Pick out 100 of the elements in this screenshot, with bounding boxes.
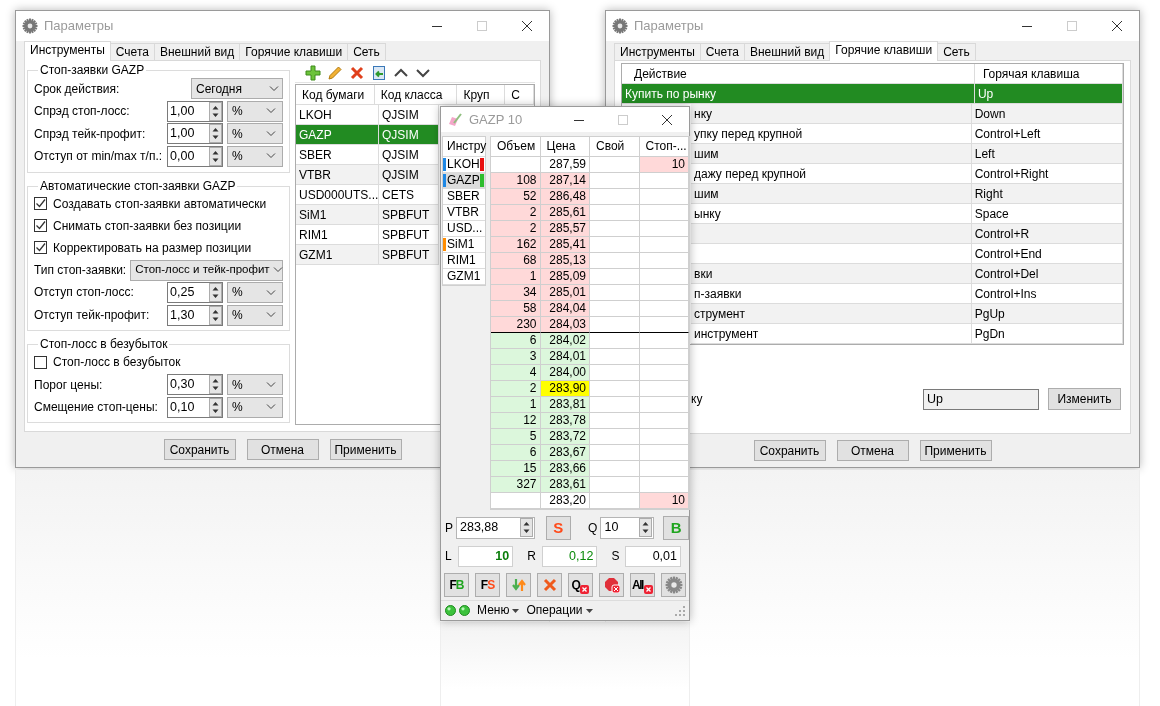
column-header[interactable]: Код бумаги: [296, 85, 375, 106]
instrument-item[interactable]: LKOH: [447, 157, 480, 172]
unit-dropdown[interactable]: %: [227, 374, 283, 396]
add-button[interactable]: [305, 65, 321, 82]
price-cell[interactable]: 283,61: [540, 477, 590, 493]
spin-arrows-icon[interactable]: [209, 305, 222, 325]
column-header[interactable]: Стоп-...: [639, 137, 689, 157]
spin-arrows-icon[interactable]: [209, 397, 222, 417]
table-cell[interactable]: Купить по рынку: [622, 84, 975, 105]
table-cell[interactable]: PgDn: [971, 324, 1123, 345]
table-cell[interactable]: SiM1: [296, 205, 379, 226]
table-cell[interactable]: Control+Del: [971, 264, 1123, 285]
tab[interactable]: Горячие клавиши: [829, 41, 939, 62]
table-cell[interactable]: [691, 224, 972, 245]
price-cell[interactable]: 285,01: [540, 285, 590, 301]
table-cell[interactable]: Right: [971, 184, 1123, 205]
spin-arrows-icon[interactable]: [209, 101, 222, 121]
table-cell[interactable]: Up: [974, 84, 1123, 105]
column-header[interactable]: Код класса: [374, 85, 458, 106]
price-cell[interactable]: 284,04: [540, 301, 590, 317]
number-field[interactable]: 1,00: [167, 100, 223, 122]
instrument-item[interactable]: SiM1: [447, 237, 475, 252]
table-cell[interactable]: Down: [971, 104, 1123, 125]
column-header[interactable]: Действие: [622, 64, 975, 85]
menu-item[interactable]: Операции: [526, 603, 583, 618]
price-cell[interactable]: 286,48: [540, 189, 590, 205]
tab[interactable]: Инструменты: [24, 41, 111, 62]
price-cell[interactable]: 284,01: [540, 349, 590, 365]
dialog-button[interactable]: Сохранить: [753, 440, 826, 462]
tab[interactable]: Инструменты: [614, 43, 701, 61]
table-cell[interactable]: шим: [691, 144, 972, 165]
column-header[interactable]: Свой: [590, 137, 640, 157]
spin-arrows-icon[interactable]: [519, 518, 533, 538]
checkbox[interactable]: [34, 197, 47, 211]
instrument-item[interactable]: USD...: [447, 221, 483, 236]
table-cell[interactable]: GZM1: [296, 245, 379, 266]
price-cell[interactable]: 283,72: [540, 429, 590, 445]
table-cell[interactable]: SPBFUT: [379, 245, 439, 266]
dialog-button[interactable]: Отмена: [836, 440, 909, 462]
tab[interactable]: Сеть: [347, 43, 386, 61]
hotkey-field[interactable]: Up: [923, 388, 1039, 410]
spin-arrows-icon[interactable]: [639, 518, 653, 538]
column-header[interactable]: Цена: [540, 137, 590, 157]
import-button[interactable]: [371, 65, 387, 82]
table-cell[interactable]: PgUp: [971, 304, 1123, 325]
table-cell[interactable]: инструмент: [691, 324, 972, 345]
instrument-item[interactable]: GZM1: [447, 269, 481, 284]
cancel-stops-button[interactable]: [599, 573, 624, 598]
number-field[interactable]: 0,25: [167, 282, 223, 303]
price-cell[interactable]: 283,20: [540, 493, 590, 509]
checkbox[interactable]: [34, 219, 47, 233]
number-field[interactable]: 1,30: [167, 304, 223, 326]
value-field[interactable]: 0,01: [625, 546, 681, 567]
unit-dropdown[interactable]: %: [227, 100, 283, 122]
table-cell[interactable]: вки: [691, 264, 972, 285]
table-cell[interactable]: нку: [691, 104, 972, 125]
price-cell[interactable]: 285,13: [540, 253, 590, 269]
price-cell[interactable]: 284,00: [540, 365, 590, 381]
price-cell[interactable]: 283,81: [540, 397, 590, 413]
table-cell[interactable]: GAZP: [296, 125, 379, 146]
table-cell[interactable]: VTBR: [296, 165, 379, 186]
unit-dropdown[interactable]: %: [227, 396, 283, 418]
cancel-button[interactable]: [537, 573, 562, 598]
tab[interactable]: Внешний вид: [153, 43, 241, 61]
tool-button[interactable]: FB: [444, 573, 469, 598]
spin-arrows-icon[interactable]: [209, 283, 222, 302]
tool-button[interactable]: All: [630, 573, 655, 598]
unit-dropdown[interactable]: %: [227, 304, 283, 326]
checkbox[interactable]: [34, 241, 47, 255]
price-cell[interactable]: 285,61: [540, 205, 590, 221]
dialog-button[interactable]: Применить: [329, 439, 402, 461]
tab[interactable]: Горячие клавиши: [239, 43, 349, 61]
unit-dropdown[interactable]: %: [227, 123, 283, 145]
spin-arrows-icon[interactable]: [209, 375, 222, 395]
checkbox[interactable]: [34, 355, 47, 369]
number-field[interactable]: 1,00: [167, 123, 223, 145]
column-header[interactable]: С: [505, 85, 534, 106]
column-header[interactable]: Горячая клавиша: [974, 64, 1123, 85]
number-field[interactable]: 0,00: [167, 145, 223, 167]
table-cell[interactable]: QJSIM: [379, 165, 439, 186]
dialog-button[interactable]: Сохранить: [163, 439, 236, 461]
column-header[interactable]: Круп: [457, 85, 506, 106]
value-field[interactable]: 0,12: [541, 546, 598, 567]
unit-dropdown[interactable]: %: [227, 145, 283, 167]
value-field[interactable]: 10: [457, 546, 514, 567]
swap-button[interactable]: [506, 573, 531, 598]
tool-button[interactable]: FS: [475, 573, 500, 598]
resize-grip-icon[interactable]: [675, 605, 685, 616]
price-cell[interactable]: 283,66: [540, 461, 590, 477]
table-cell[interactable]: Control+R: [971, 224, 1123, 245]
table-cell[interactable]: струмент: [691, 304, 972, 325]
number-field[interactable]: 10: [600, 516, 655, 539]
delete-button[interactable]: [349, 65, 365, 82]
table-cell[interactable]: шим: [691, 184, 972, 205]
instrument-item[interactable]: RIM1: [447, 253, 476, 268]
number-field[interactable]: 0,30: [167, 374, 223, 396]
price-cell[interactable]: 283,78: [540, 413, 590, 429]
tab[interactable]: Сеть: [937, 43, 976, 61]
price-cell[interactable]: 285,57: [540, 221, 590, 237]
price-cell[interactable]: 283,67: [540, 445, 590, 461]
